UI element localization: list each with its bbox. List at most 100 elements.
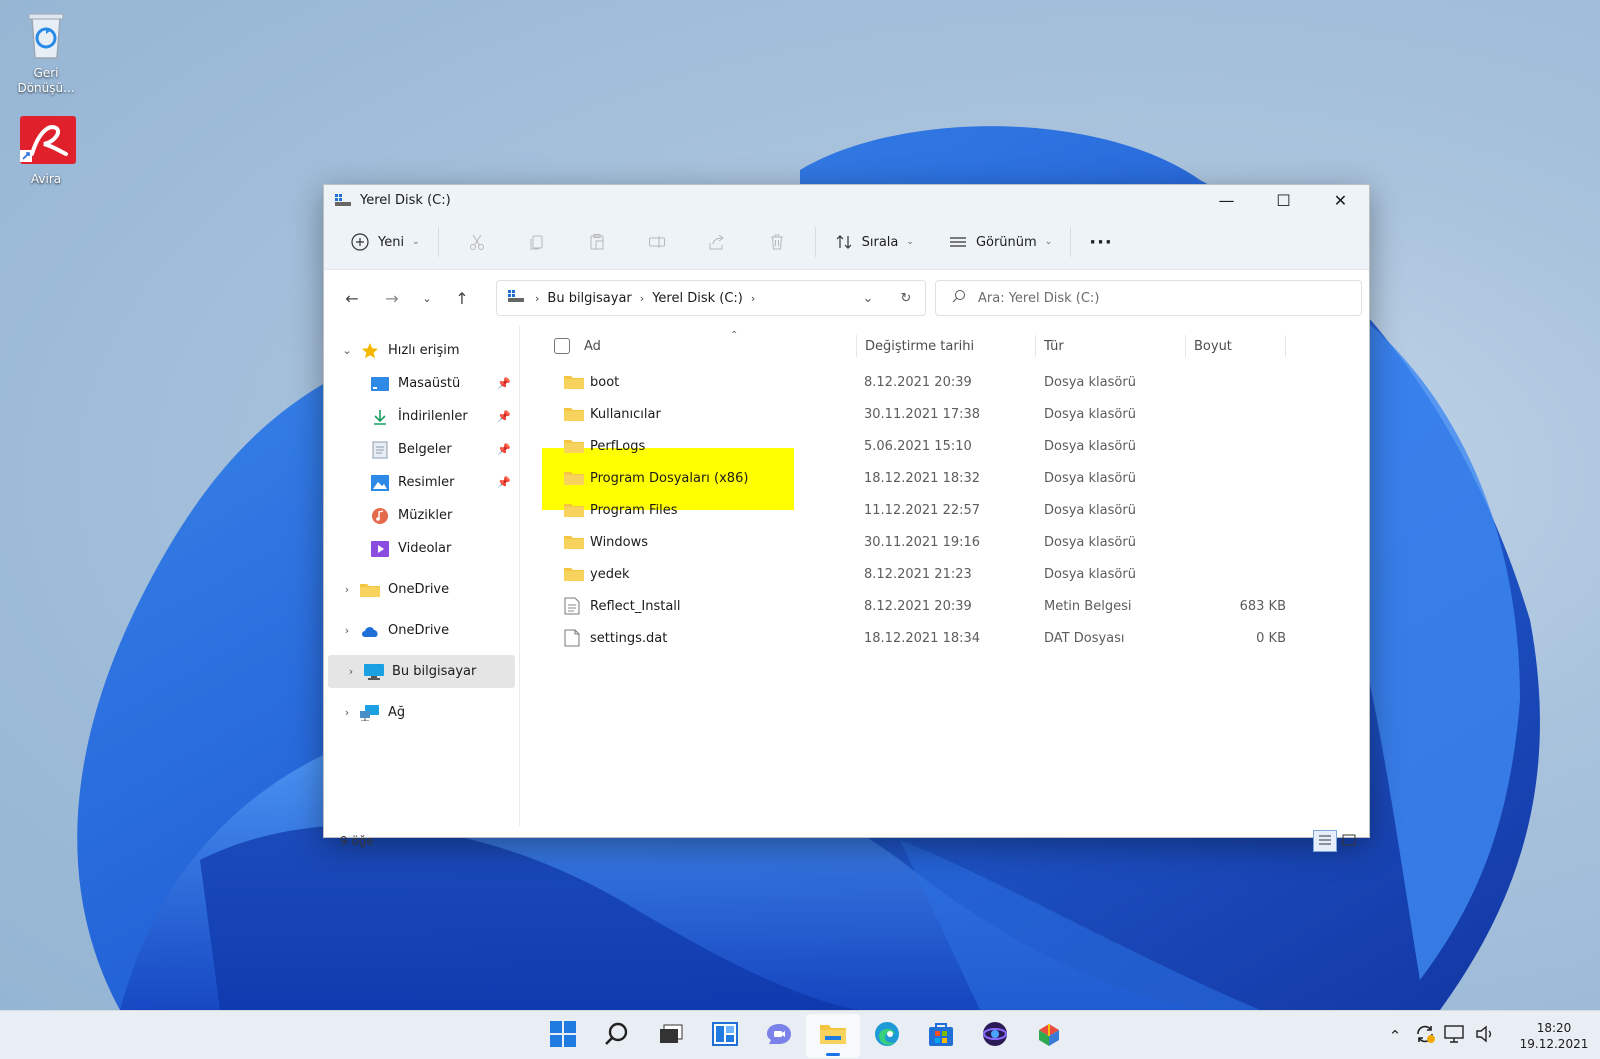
large-icons-view-button[interactable] <box>1337 830 1361 852</box>
breadcrumb-local-disk[interactable]: Yerel Disk (C:) <box>652 291 743 306</box>
more-options-button[interactable]: ··· <box>1079 224 1123 260</box>
file-type: Dosya klasörü <box>1044 470 1136 486</box>
minimize-button[interactable]: — <box>1198 185 1255 215</box>
microsoft-store-button[interactable] <box>914 1014 968 1058</box>
show-hidden-icons-button[interactable]: ⌃ <box>1380 1027 1410 1045</box>
sidebar-item-videos[interactable]: Videolar <box>324 532 519 565</box>
file-name: Kullanıcılar <box>590 406 661 422</box>
file-row-windows[interactable]: Windows 30.11.2021 19:16 Dosya klasörü <box>546 526 1369 558</box>
search-taskbar-button[interactable] <box>590 1014 644 1058</box>
paste-button[interactable] <box>567 224 627 260</box>
recycle-bin-desktop-icon[interactable]: Geri Dönüşü... <box>8 8 84 96</box>
sidebar-item-documents[interactable]: Belgeler 📌 <box>324 433 519 466</box>
app-package-button[interactable] <box>1022 1014 1076 1058</box>
edge-button[interactable] <box>860 1014 914 1058</box>
file-row-users[interactable]: Kullanıcılar 30.11.2021 17:38 Dosya klas… <box>546 398 1369 430</box>
forward-button[interactable]: → <box>372 280 412 316</box>
chevron-right-icon: › <box>348 665 354 678</box>
close-button[interactable]: ✕ <box>1312 185 1369 215</box>
column-label: Ad <box>584 338 601 354</box>
sidebar-item-quick-access[interactable]: ⌄ Hızlı erişim <box>324 334 519 367</box>
video-icon <box>370 540 390 558</box>
select-all-checkbox[interactable] <box>554 338 570 354</box>
search-box[interactable]: Ara: Yerel Disk (C:) <box>935 280 1362 316</box>
sidebar-item-downloads[interactable]: İndirilenler 📌 <box>324 400 519 433</box>
share-button[interactable] <box>687 224 747 260</box>
folder-icon <box>564 470 584 486</box>
sort-label: Sırala <box>861 234 899 250</box>
widgets-button[interactable] <box>698 1014 752 1058</box>
file-size: 683 KB <box>1239 598 1286 614</box>
avira-label: Avira <box>30 172 62 186</box>
sidebar-item-this-pc[interactable]: › Bu bilgisayar <box>328 655 515 688</box>
file-type: Metin Belgesi <box>1044 598 1132 614</box>
address-dropdown-button[interactable]: ⌄ <box>849 291 887 306</box>
details-view-button[interactable] <box>1313 830 1337 852</box>
file-row-program-files[interactable]: Program Files 11.12.2021 22:57 Dosya kla… <box>546 494 1369 526</box>
file-row-settings-dat[interactable]: settings.dat 18.12.2021 18:34 DAT Dosyas… <box>546 622 1369 654</box>
pin-icon[interactable]: 📌 <box>497 410 511 423</box>
sidebar-label: Resimler <box>398 475 455 490</box>
recent-locations-button[interactable]: ⌄ <box>412 280 442 316</box>
network-status-icon[interactable] <box>1440 1024 1470 1047</box>
file-row-boot[interactable]: boot 8.12.2021 20:39 Dosya klasörü <box>546 366 1369 398</box>
up-button[interactable]: ↑ <box>442 280 482 316</box>
column-name-header[interactable]: Ad <box>546 335 856 357</box>
address-bar[interactable]: › Bu bilgisayar › Yerel Disk (C:) › ⌄ ↻ <box>496 280 926 316</box>
file-row-perflogs[interactable]: PerfLogs 5.06.2021 15:10 Dosya klasörü <box>546 430 1369 462</box>
start-button[interactable] <box>536 1014 590 1058</box>
sidebar-item-pictures[interactable]: Resimler 📌 <box>324 466 519 499</box>
rename-button[interactable] <box>627 224 687 260</box>
file-explorer-icon <box>819 1022 847 1050</box>
new-button[interactable]: Yeni ⌄ <box>340 224 430 260</box>
copy-button[interactable] <box>507 224 567 260</box>
pin-icon[interactable]: 📌 <box>497 377 511 390</box>
view-button[interactable]: Görünüm ⌄ <box>938 224 1062 260</box>
clock-date: 19.12.2021 <box>1519 1036 1589 1051</box>
clock[interactable]: 18:20 19.12.2021 <box>1508 1020 1600 1052</box>
pin-icon[interactable]: 📌 <box>497 476 511 489</box>
divider <box>814 227 816 257</box>
download-arrow-icon <box>370 408 390 426</box>
file-row-reflect-install[interactable]: Reflect_Install 8.12.2021 20:39 Metin Be… <box>546 590 1369 622</box>
avira-desktop-icon[interactable]: Avira <box>8 114 84 187</box>
column-date-header[interactable]: Değiştirme tarihi <box>856 335 1036 357</box>
cut-button[interactable] <box>447 224 507 260</box>
more-label: ··· <box>1089 231 1113 253</box>
computer-icon <box>364 663 384 681</box>
column-headers: ⌃ Ad Değiştirme tarihi Tür Boyut <box>546 326 1369 366</box>
sidebar-label: Bu bilgisayar <box>392 664 477 679</box>
title-bar[interactable]: Yerel Disk (C:) — ☐ ✕ <box>324 185 1369 215</box>
file-type: Dosya klasörü <box>1044 566 1136 582</box>
file-explorer-taskbar-button[interactable] <box>806 1013 860 1058</box>
file-row-program-files-x86[interactable]: Program Dosyaları (x86) 18.12.2021 18:32… <box>546 462 1369 494</box>
app-dark-globe-button[interactable] <box>968 1014 1022 1058</box>
speaker-icon[interactable] <box>1470 1025 1500 1047</box>
sort-arrows-icon <box>834 232 854 252</box>
column-size-header[interactable]: Boyut <box>1186 335 1286 357</box>
sidebar-item-music[interactable]: Müzikler <box>324 499 519 532</box>
search-icon <box>952 289 966 307</box>
task-view-button[interactable] <box>644 1014 698 1058</box>
back-button[interactable]: ← <box>332 280 372 316</box>
sidebar-item-desktop[interactable]: Masaüstü 📌 <box>324 367 519 400</box>
sync-icon[interactable] <box>1410 1024 1440 1048</box>
column-type-header[interactable]: Tür <box>1036 335 1186 357</box>
sidebar-label: OneDrive <box>388 582 450 597</box>
delete-button[interactable] <box>747 224 807 260</box>
sidebar-item-network[interactable]: › Ağ <box>324 696 519 729</box>
teams-chat-button[interactable] <box>752 1014 806 1058</box>
maximize-button[interactable]: ☐ <box>1255 185 1312 215</box>
divider <box>1070 227 1072 257</box>
breadcrumb-this-pc[interactable]: Bu bilgisayar <box>547 291 631 306</box>
sidebar-item-onedrive[interactable]: › OneDrive <box>324 614 519 647</box>
file-type: Dosya klasörü <box>1044 534 1136 550</box>
sort-button[interactable]: Sırala ⌄ <box>824 224 924 260</box>
sidebar-item-onedrive-personal[interactable]: › OneDrive <box>324 573 519 606</box>
column-label: Boyut <box>1194 338 1232 354</box>
file-row-yedek[interactable]: yedek 8.12.2021 21:23 Dosya klasörü <box>546 558 1369 590</box>
file-date: 18.12.2021 18:32 <box>864 470 981 486</box>
pin-icon[interactable]: 📌 <box>497 443 511 456</box>
sort-ascending-icon: ⌃ <box>730 330 739 341</box>
refresh-button[interactable]: ↻ <box>887 291 925 306</box>
